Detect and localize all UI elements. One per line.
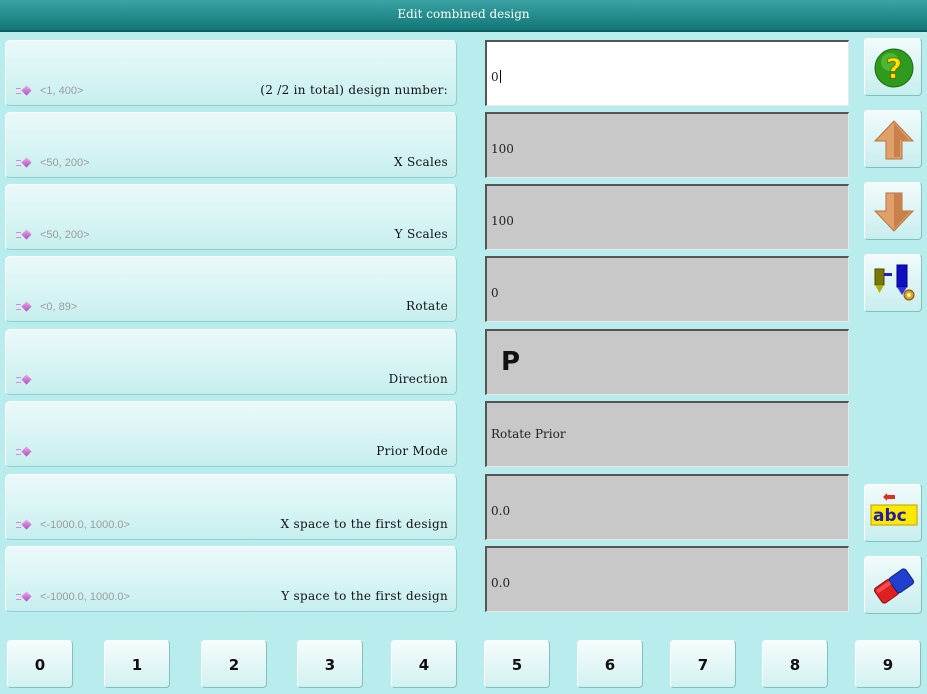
- row-direction-label: Direction: [5, 329, 457, 395]
- x-scales-input[interactable]: 100: [485, 112, 849, 178]
- field-label: Direction: [388, 372, 448, 386]
- abc-input-icon: abc: [870, 493, 918, 526]
- y-space-input[interactable]: 0.0: [485, 546, 849, 612]
- field-label: X space to the first design: [280, 517, 448, 531]
- x-space-input[interactable]: 0.0: [485, 474, 849, 540]
- y-scales-input[interactable]: 100: [485, 184, 849, 250]
- row-x-scales-label: <50, 200> X Scales: [5, 112, 457, 178]
- design-number-input[interactable]: 0: [485, 40, 849, 106]
- direction-selector[interactable]: P: [485, 329, 849, 395]
- gem-icon: [16, 157, 32, 169]
- field-label: Prior Mode: [376, 444, 448, 458]
- range-text: <-1000.0, 1000.0>: [40, 591, 130, 603]
- range-text: <0, 89>: [40, 301, 78, 313]
- range-text: <50, 200>: [40, 229, 90, 241]
- field-value: 0: [491, 70, 499, 84]
- gem-icon: [16, 591, 32, 603]
- prior-mode-selector[interactable]: Rotate Prior: [485, 401, 849, 467]
- gem-icon: [16, 519, 32, 531]
- row-rotate-label: <0, 89> Rotate: [5, 256, 457, 322]
- range-text: <-1000.0, 1000.0>: [40, 519, 130, 531]
- gem-icon: [16, 374, 32, 386]
- rotate-input[interactable]: 0: [485, 256, 849, 322]
- key-8[interactable]: 8: [762, 640, 828, 688]
- row-x-space-label: <-1000.0, 1000.0> X space to the first d…: [5, 474, 457, 540]
- key-9[interactable]: 9: [855, 640, 921, 688]
- field-label: X Scales: [394, 155, 448, 169]
- gem-icon: [16, 301, 32, 313]
- row-design-number-label: <1, 400> (2 /2 in total) design number:: [5, 40, 457, 106]
- svg-text:abc: abc: [873, 506, 907, 526]
- arrow-down-icon: [873, 192, 915, 232]
- key-3[interactable]: 3: [297, 640, 363, 688]
- combine-design-icon: [874, 264, 915, 301]
- range-text: <50, 200>: [40, 157, 90, 169]
- title-bar: Edit combined design: [0, 0, 927, 32]
- gem-icon: [16, 229, 32, 241]
- key-2[interactable]: 2: [201, 640, 267, 688]
- move-down-button[interactable]: [864, 182, 922, 240]
- field-label: Y space to the first design: [281, 589, 448, 603]
- eraser-icon: [873, 568, 915, 604]
- key-4[interactable]: 4: [391, 640, 457, 688]
- key-0[interactable]: 0: [7, 640, 73, 688]
- field-label: (2 /2 in total) design number:: [260, 83, 448, 97]
- row-y-scales-label: <50, 200> Y Scales: [5, 184, 457, 250]
- key-7[interactable]: 7: [670, 640, 736, 688]
- key-6[interactable]: 6: [577, 640, 643, 688]
- text-caret: [499, 70, 501, 83]
- text-input-button[interactable]: abc: [864, 484, 922, 542]
- key-5[interactable]: 5: [484, 640, 550, 688]
- field-label: Y Scales: [394, 227, 448, 241]
- help-icon: ?: [874, 48, 914, 88]
- arrow-up-icon: [873, 120, 915, 160]
- combine-design-button[interactable]: [864, 254, 922, 312]
- key-1[interactable]: 1: [104, 640, 170, 688]
- erase-button[interactable]: [864, 556, 922, 614]
- move-up-button[interactable]: [864, 110, 922, 168]
- range-text: <1, 400>: [40, 85, 84, 97]
- row-prior-mode-label: Prior Mode: [5, 401, 457, 467]
- gem-icon: [16, 446, 32, 458]
- help-button[interactable]: ?: [864, 38, 922, 96]
- gem-icon: [16, 85, 32, 97]
- window-title: Edit combined design: [397, 7, 530, 21]
- row-y-space-label: <-1000.0, 1000.0> Y space to the first d…: [5, 546, 457, 612]
- svg-text:?: ?: [886, 52, 902, 85]
- field-label: Rotate: [406, 299, 448, 313]
